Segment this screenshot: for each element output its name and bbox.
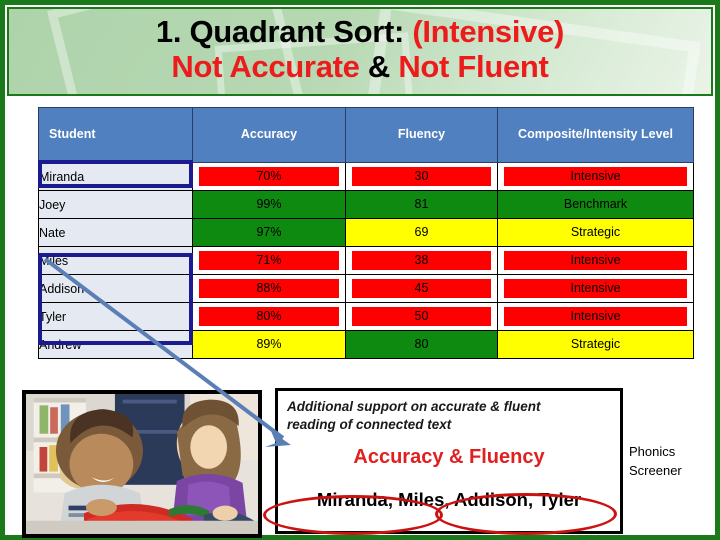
title-line-2-red-b: Not Fluent (398, 48, 549, 84)
student-name-cell: Andrew (38, 330, 193, 359)
student-name-cell: Joey (38, 190, 193, 219)
title-line-1-red: (Intensive) (412, 14, 565, 49)
table-row: Addison 88% 45 Intensive (38, 274, 694, 303)
accuracy-cell-chip: 71% (199, 251, 339, 270)
phonics-screener-label: Phonics Screener (629, 443, 713, 481)
title-line-2-red-a: Not Accurate (171, 48, 368, 84)
student-name-cell: Addison (38, 274, 193, 303)
classroom-photo-image (26, 394, 258, 534)
accuracy-cell: 70% (192, 162, 346, 191)
table-row: Nate 97% 69 Strategic (38, 218, 694, 247)
column-header-fluency: Fluency (345, 107, 498, 163)
composite-cell-chip: Intensive (504, 307, 687, 326)
student-name-cell: Tyler (38, 302, 193, 331)
table-row: Andrew 89% 80 Strategic (38, 330, 694, 359)
fluency-cell-chip: 38 (352, 251, 491, 270)
accuracy-cell: 99% (192, 190, 346, 219)
composite-cell: Benchmark (497, 190, 694, 219)
composite-cell-chip: Intensive (504, 167, 687, 186)
composite-cell: Intensive (497, 302, 694, 331)
composite-cell-chip: Intensive (504, 279, 687, 298)
fluency-cell: 50 (345, 302, 498, 331)
title-line-1-black: 1. Quadrant Sort: (155, 14, 413, 49)
column-header-composite: Composite/Intensity Level (497, 107, 694, 163)
fluency-cell: 38 (345, 246, 498, 275)
composite-cell: Intensive (497, 274, 694, 303)
composite-cell: Intensive (497, 162, 694, 191)
title-line-1: 1. Quadrant Sort: (Intensive) (9, 14, 711, 50)
fluency-cell: 30 (345, 162, 498, 191)
accuracy-cell-chip: 97% (193, 220, 345, 245)
slide-canvas: 1. Quadrant Sort: (Intensive) Not Accura… (0, 0, 720, 540)
student-data-table: Student Accuracy Fluency Composite/Inten… (38, 107, 694, 359)
student-name-cell: Miranda (38, 162, 193, 191)
page-title: 1. Quadrant Sort: (Intensive) Not Accura… (9, 9, 711, 84)
student-name-cell: Miles (38, 246, 193, 275)
table-header-row: Student Accuracy Fluency Composite/Inten… (38, 107, 694, 163)
accuracy-cell: 71% (192, 246, 346, 275)
phonics-label-line1: Phonics (629, 444, 676, 459)
column-header-accuracy: Accuracy (192, 107, 346, 163)
student-name-cell: Nate (38, 218, 193, 247)
fluency-cell: 45 (345, 274, 498, 303)
accuracy-cell-chip: 70% (199, 167, 339, 186)
table-row: Joey 99% 81 Benchmark (38, 190, 694, 219)
accuracy-cell: 88% (192, 274, 346, 303)
title-line-2-black: & (367, 48, 399, 84)
table-row: Miles 71% 38 Intensive (38, 246, 694, 275)
classroom-photo (22, 390, 262, 538)
composite-cell-chip: Benchmark (498, 192, 693, 217)
accuracy-cell: 97% (192, 218, 346, 247)
composite-cell-chip: Strategic (498, 332, 693, 357)
table-body: Miranda 70% 30 Intensive Joey 99% 81 Benchmark N… (38, 162, 694, 359)
fluency-cell: 81 (345, 190, 498, 219)
table-row: Tyler 80% 50 Intensive (38, 302, 694, 331)
accuracy-cell-chip: 99% (193, 192, 345, 217)
callout-title: Accuracy & Fluency (353, 446, 545, 468)
composite-cell: Strategic (497, 330, 694, 359)
title-banner: 1. Quadrant Sort: (Intensive) Not Accura… (7, 7, 713, 96)
callout-subtext: Additional support on accurate & fluent … (287, 399, 541, 432)
accuracy-cell-chip: 88% (199, 279, 339, 298)
fluency-cell: 69 (345, 218, 498, 247)
composite-cell: Strategic (497, 218, 694, 247)
accuracy-cell: 80% (192, 302, 346, 331)
accuracy-cell-chip: 80% (199, 307, 339, 326)
fluency-cell-chip: 45 (352, 279, 491, 298)
composite-cell-chip: Strategic (498, 220, 693, 245)
fluency-cell-chip: 81 (346, 192, 497, 217)
phonics-label-line2: Screener (629, 462, 682, 478)
fluency-cell: 80 (345, 330, 498, 359)
support-callout-box: Additional support on accurate & fluent … (275, 388, 623, 534)
callout-student-names: Miranda, Miles, Addison, Tyler (316, 489, 582, 510)
fluency-cell-chip: 69 (346, 220, 497, 245)
composite-cell-chip: Intensive (504, 251, 687, 270)
fluency-cell-chip: 50 (352, 307, 491, 326)
fluency-cell-chip: 80 (346, 332, 497, 357)
accuracy-cell: 89% (192, 330, 346, 359)
accuracy-cell-chip: 89% (193, 332, 345, 357)
table-row: Miranda 70% 30 Intensive (38, 162, 694, 191)
composite-cell: Intensive (497, 246, 694, 275)
fluency-cell-chip: 30 (352, 167, 491, 186)
column-header-student: Student (38, 107, 193, 163)
title-line-2: Not Accurate & Not Fluent (9, 48, 711, 85)
